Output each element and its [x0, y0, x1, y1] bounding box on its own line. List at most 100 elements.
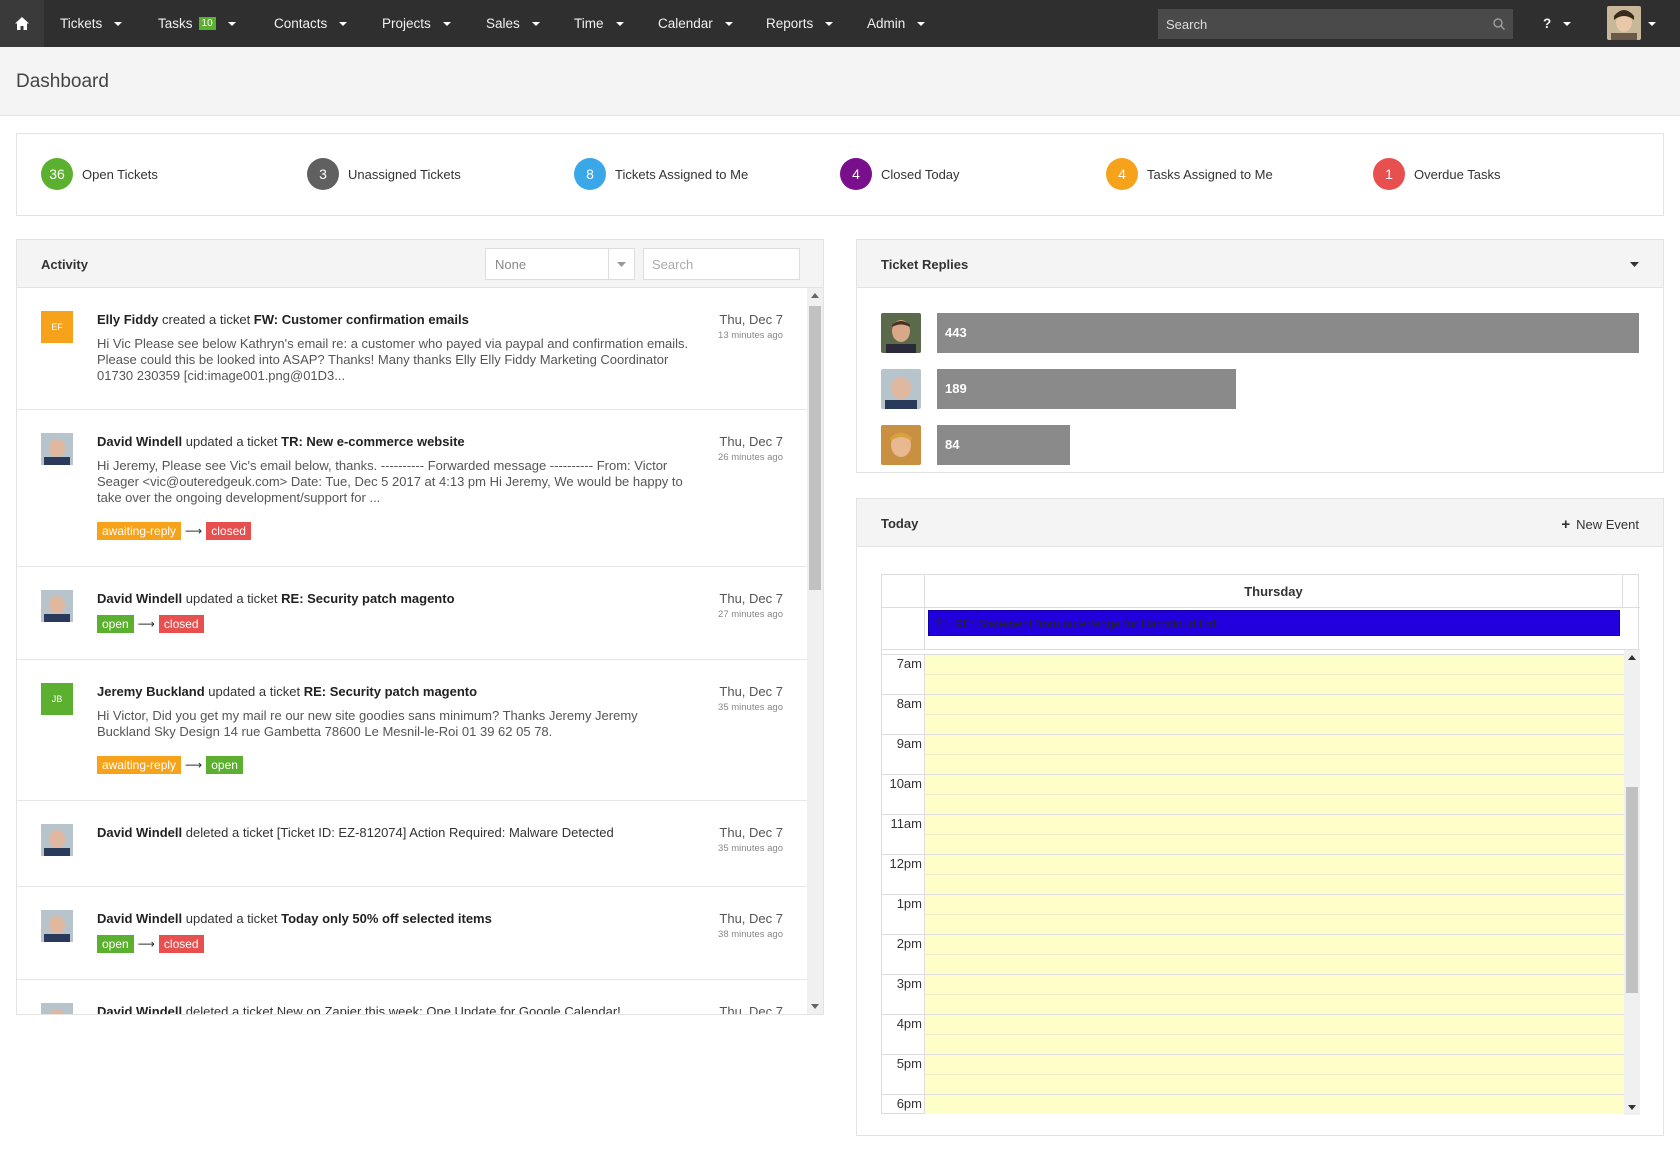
- activity-subject-link[interactable]: TR: New e-commerce website: [281, 434, 465, 449]
- nav-tickets[interactable]: Tickets: [60, 0, 123, 47]
- nav-admin-label: Admin: [867, 16, 906, 31]
- avatar: [881, 425, 921, 465]
- stat-open-tickets[interactable]: 36 Open Tickets: [41, 158, 158, 190]
- activity-action: deleted a ticket: [182, 1004, 277, 1014]
- calendar-event[interactable]: 🏷 RE: Statement from outer/edge for Hardc…: [928, 610, 1620, 636]
- activity-item[interactable]: David Windell deleted a ticket New on Za…: [17, 980, 807, 1014]
- activity-date: Thu, Dec 7 35 minutes ago: [718, 825, 783, 854]
- half-hour-line: [924, 754, 1624, 755]
- stat-overdue-tasks[interactable]: 1 Overdue Tasks: [1373, 158, 1500, 190]
- activity-subject-link[interactable]: Today only 50% off selected items: [281, 911, 492, 926]
- stat-count-badge: 1: [1373, 158, 1405, 190]
- activity-date: Thu, Dec 7 26 minutes ago: [718, 434, 783, 463]
- help-menu[interactable]: ?: [1543, 0, 1572, 47]
- hour-line: [882, 974, 1624, 975]
- ticket-replies-title: Ticket Replies: [881, 257, 969, 272]
- activity-description: Hi Victor, Did you get my mail re our ne…: [97, 708, 638, 739]
- activity-scrollbar[interactable]: [807, 288, 823, 1014]
- nav-tickets-label: Tickets: [60, 16, 103, 31]
- scroll-down-icon[interactable]: [1628, 1105, 1636, 1110]
- stat-unassigned-tickets[interactable]: 3 Unassigned Tickets: [307, 158, 461, 190]
- status-badge: closed: [158, 935, 204, 953]
- activity-time-ago: 35 minutes ago: [718, 843, 783, 854]
- nav-tasks[interactable]: Tasks 10: [158, 0, 236, 47]
- activity-item[interactable]: JB Jeremy Buckland updated a ticket RE: …: [17, 660, 807, 801]
- reply-bar[interactable]: 443: [937, 313, 1639, 353]
- top-navbar: Tickets Tasks 10 Contacts Projects Sales …: [0, 0, 1680, 47]
- activity-subject-link[interactable]: FW: Customer confirmation emails: [254, 312, 469, 327]
- scrollbar-thumb[interactable]: [1626, 787, 1638, 993]
- chevron-down-icon: [114, 21, 123, 26]
- arrow-right-icon: ⟶: [137, 617, 155, 631]
- scroll-down-icon[interactable]: [811, 1004, 819, 1009]
- new-event-button[interactable]: + New Event: [1561, 516, 1639, 533]
- chevron-down-icon: [724, 21, 733, 26]
- activity-item[interactable]: David Windell updated a ticket Today onl…: [17, 887, 807, 980]
- chevron-down-icon[interactable]: [1630, 262, 1639, 267]
- reply-bar[interactable]: 189: [937, 369, 1236, 409]
- stat-tasks-assigned-to-me[interactable]: 4 Tasks Assigned to Me: [1106, 158, 1273, 190]
- nav-reports[interactable]: Reports: [766, 0, 834, 47]
- time-label: 10am: [889, 776, 922, 791]
- hour-line: [882, 814, 1624, 815]
- nav-time[interactable]: Time: [574, 0, 624, 47]
- stat-closed-today[interactable]: 4 Closed Today: [840, 158, 960, 190]
- activity-search-input[interactable]: Search: [643, 248, 800, 280]
- activity-subject: New on Zapier this week: One Update for …: [276, 1004, 621, 1014]
- global-search-input[interactable]: Search: [1158, 9, 1513, 39]
- activity-subject-link[interactable]: RE: Security patch magento: [281, 591, 454, 606]
- activity-search-placeholder: Search: [652, 257, 694, 272]
- activity-subject-link[interactable]: RE: Security patch magento: [304, 684, 477, 699]
- activity-item[interactable]: David Windell deleted a ticket [Ticket I…: [17, 801, 807, 887]
- half-hour-line: [924, 834, 1624, 835]
- nav-admin[interactable]: Admin: [867, 0, 926, 47]
- time-slots[interactable]: [924, 654, 1624, 1114]
- status-badge: open: [206, 756, 243, 774]
- arrow-right-icon: ⟶: [185, 758, 203, 772]
- home-button[interactable]: [0, 0, 44, 47]
- calendar-scrollbar[interactable]: [1624, 650, 1640, 1115]
- activity-line: Jeremy Buckland updated a ticket RE: Sec…: [97, 684, 477, 699]
- activity-date-text: Thu, Dec 7: [719, 434, 783, 449]
- activity-time-ago: 38 minutes ago: [718, 929, 783, 940]
- nav-sales[interactable]: Sales: [486, 0, 540, 47]
- half-hour-line: [924, 994, 1624, 995]
- activity-item[interactable]: David Windell updated a ticket TR: New e…: [17, 410, 807, 567]
- hour-line: [882, 654, 1624, 655]
- reply-bar[interactable]: 84: [937, 425, 1070, 465]
- nav-calendar[interactable]: Calendar: [658, 0, 733, 47]
- activity-item[interactable]: EF Elly Fiddy created a ticket FW: Custo…: [17, 288, 807, 410]
- time-label: 4pm: [896, 1016, 922, 1031]
- activity-date-text: Thu, Dec 7: [719, 591, 783, 606]
- stat-tickets-assigned-to-me[interactable]: 8 Tickets Assigned to Me: [574, 158, 748, 190]
- nav-projects-label: Projects: [382, 16, 431, 31]
- today-panel: Today + New Event Thursday 🏷 RE: Statement…: [856, 498, 1664, 1136]
- activity-action: created a ticket: [158, 312, 254, 327]
- user-menu-toggle[interactable]: [1648, 0, 1656, 47]
- user-avatar[interactable]: [1607, 6, 1641, 40]
- activity-filter-select[interactable]: None: [485, 248, 635, 280]
- time-grid[interactable]: 7am 8am 9am 10am 11am 12pm 1pm 2pm 3pm 4pm 5pm 6pm: [882, 654, 1624, 1114]
- activity-time-ago: 26 minutes ago: [718, 452, 783, 463]
- activity-item[interactable]: David Windell updated a ticket RE: Secur…: [17, 567, 807, 660]
- scroll-up-icon[interactable]: [811, 293, 819, 298]
- scrollbar-thumb[interactable]: [809, 306, 821, 590]
- status-badge: closed: [206, 522, 251, 540]
- chevron-down-icon: [608, 249, 634, 279]
- hour-line: [882, 694, 1624, 695]
- avatar: [881, 369, 921, 409]
- home-icon: [15, 17, 29, 30]
- activity-line: David Windell updated a ticket TR: New e…: [97, 434, 465, 449]
- time-label: 12pm: [889, 856, 922, 871]
- scroll-up-icon[interactable]: [1628, 655, 1636, 660]
- page-title: Dashboard: [16, 71, 109, 92]
- hour-line: [882, 1014, 1624, 1015]
- tag-icon: 🏷: [935, 617, 951, 631]
- activity-user: David Windell: [97, 911, 183, 926]
- activity-user: David Windell: [97, 1004, 183, 1014]
- chevron-down-icon: [1563, 21, 1572, 26]
- activity-date: Thu, Dec 7 35 minutes ago: [718, 684, 783, 713]
- nav-projects[interactable]: Projects: [382, 0, 451, 47]
- stat-count-badge: 4: [840, 158, 872, 190]
- nav-contacts[interactable]: Contacts: [274, 0, 348, 47]
